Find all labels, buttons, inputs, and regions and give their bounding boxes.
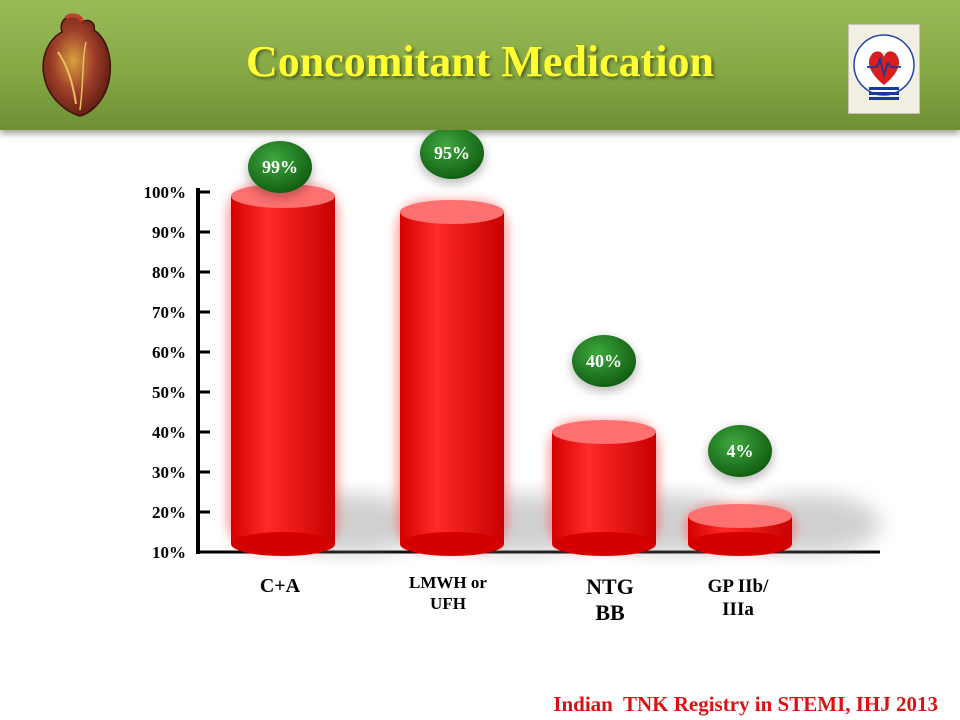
citation: Indian TNK Registry in STEMI, IHJ 2013 xyxy=(553,692,938,716)
bar-top-cap xyxy=(688,504,792,528)
category-label: BB xyxy=(595,600,625,625)
bar-top-cap xyxy=(400,200,504,224)
bar-base xyxy=(400,532,504,556)
y-tick-label: 90% xyxy=(152,223,186,242)
category-label: IIIa xyxy=(722,599,754,620)
slide-title: Concomitant Medication xyxy=(245,37,715,86)
y-tick-label: 10% xyxy=(152,543,186,562)
y-tick-label: 30% xyxy=(152,463,186,482)
value-label: 40% xyxy=(586,351,622,371)
category-label: NTG xyxy=(586,574,634,599)
value-label: 99% xyxy=(262,157,298,177)
bar-top-cap xyxy=(552,420,656,444)
y-tick-label: 100% xyxy=(144,183,187,202)
bar-base xyxy=(688,532,792,556)
value-label: 95% xyxy=(434,143,470,163)
y-tick-label: 70% xyxy=(152,303,186,322)
bar-base xyxy=(231,532,335,556)
bar-1 xyxy=(231,196,335,544)
bar-base xyxy=(552,532,656,556)
bar-3 xyxy=(552,432,656,544)
cardiological-society-logo xyxy=(848,24,920,114)
header-bar: Concomitant Medication xyxy=(0,0,960,130)
y-tick-label: 20% xyxy=(152,503,186,522)
category-label: C+A xyxy=(260,575,301,597)
category-label: LMWH or xyxy=(409,573,487,592)
y-tick-label: 80% xyxy=(152,263,186,282)
y-tick-label: 50% xyxy=(152,383,186,402)
bar-2 xyxy=(400,212,504,544)
category-label: UFH xyxy=(430,594,466,613)
bar-chart: 10% 20% 30% 40% 50% 60% 70% 80% 90% 100% 99% 95% 40%… xyxy=(144,130,880,625)
category-label: GP IIb/ xyxy=(708,576,769,597)
y-tick-label: 60% xyxy=(152,343,186,362)
y-tick-label: 40% xyxy=(152,423,186,442)
value-label: 4% xyxy=(727,441,754,461)
